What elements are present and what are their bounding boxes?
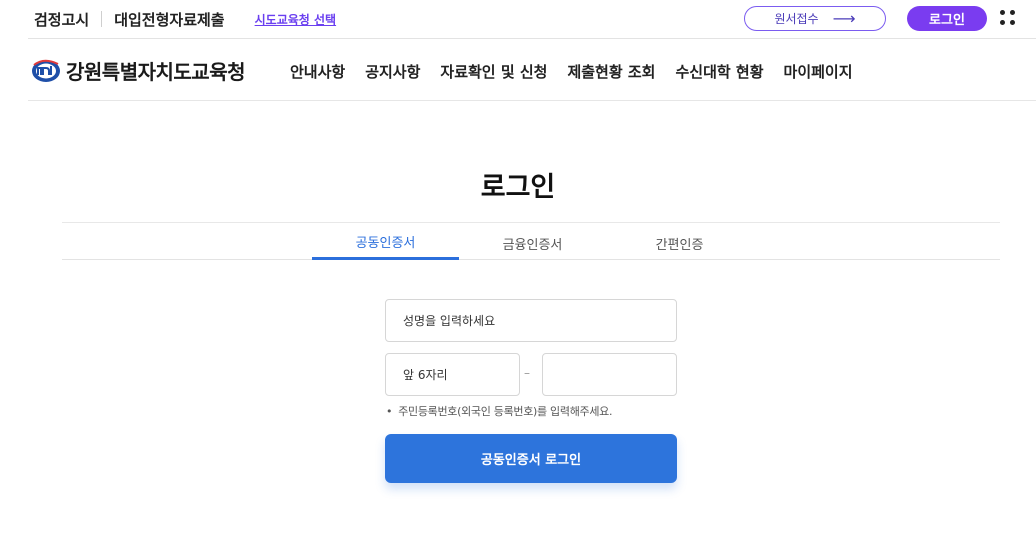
main-nav: 안내사항 공지사항 자료확인 및 신청 제출현황 조회 수신대학 현황 마이페이… [290,58,873,84]
id-back-input[interactable] [542,353,677,396]
education-office-logo-icon [32,59,60,82]
ged-link[interactable]: 검정고시 [34,9,89,30]
name-input[interactable] [385,299,677,342]
brand-logo-link[interactable]: 강원특별자치도교육청 [30,54,246,86]
id-dash: – [524,366,530,380]
id-notice-text: 주민등록번호(외국인 등록번호)를 입력해주세요. [398,405,613,418]
nav-item-notice[interactable]: 공지사항 [365,61,420,82]
tab-simple-auth[interactable]: 간편인증 [606,226,753,260]
nav-item-guide[interactable]: 안내사항 [290,61,345,82]
select-office-link[interactable]: 시도교육청 선택 [255,11,336,28]
nav-item-data-request[interactable]: 자료확인 및 신청 [440,61,547,82]
brand-name: 강원특별자치도교육청 [66,59,246,84]
tab-joint-certificate[interactable]: 공동인증서 [312,226,459,260]
nav-item-submission-status[interactable]: 제출현황 조회 [567,61,655,82]
certificate-login-button[interactable]: 공동인증서 로그인 [385,434,677,483]
apply-button-label: 원서접수 [774,12,819,26]
id-front-input[interactable] [385,353,520,396]
divider [62,222,1000,223]
divider [28,100,1036,101]
arrow-right-icon: ⟶ [832,8,856,28]
tab-financial-certificate[interactable]: 금융인증서 [459,226,606,260]
top-login-button[interactable]: 로그인 [907,6,987,31]
top-links: 검정고시 대입전형자료제출 시도교육청 선택 [34,0,336,38]
divider [28,38,1036,39]
bullet: • [386,405,393,418]
id-notice: • 주민등록번호(외국인 등록번호)를 입력해주세요. [386,403,612,419]
nav-item-mypage[interactable]: 마이페이지 [784,61,853,82]
admission-data-link[interactable]: 대입전형자료제출 [114,9,224,30]
apply-button[interactable]: 원서접수 ⟶ [744,6,886,31]
menu-dots-icon[interactable] [999,9,1017,27]
nav-item-receiving-univ[interactable]: 수신대학 현황 [675,61,763,82]
top-utility-bar: 검정고시 대입전형자료제출 시도교육청 선택 원서접수 ⟶ 로그인 [0,0,1036,38]
divider [101,11,103,27]
page-title: 로그인 [480,172,556,203]
